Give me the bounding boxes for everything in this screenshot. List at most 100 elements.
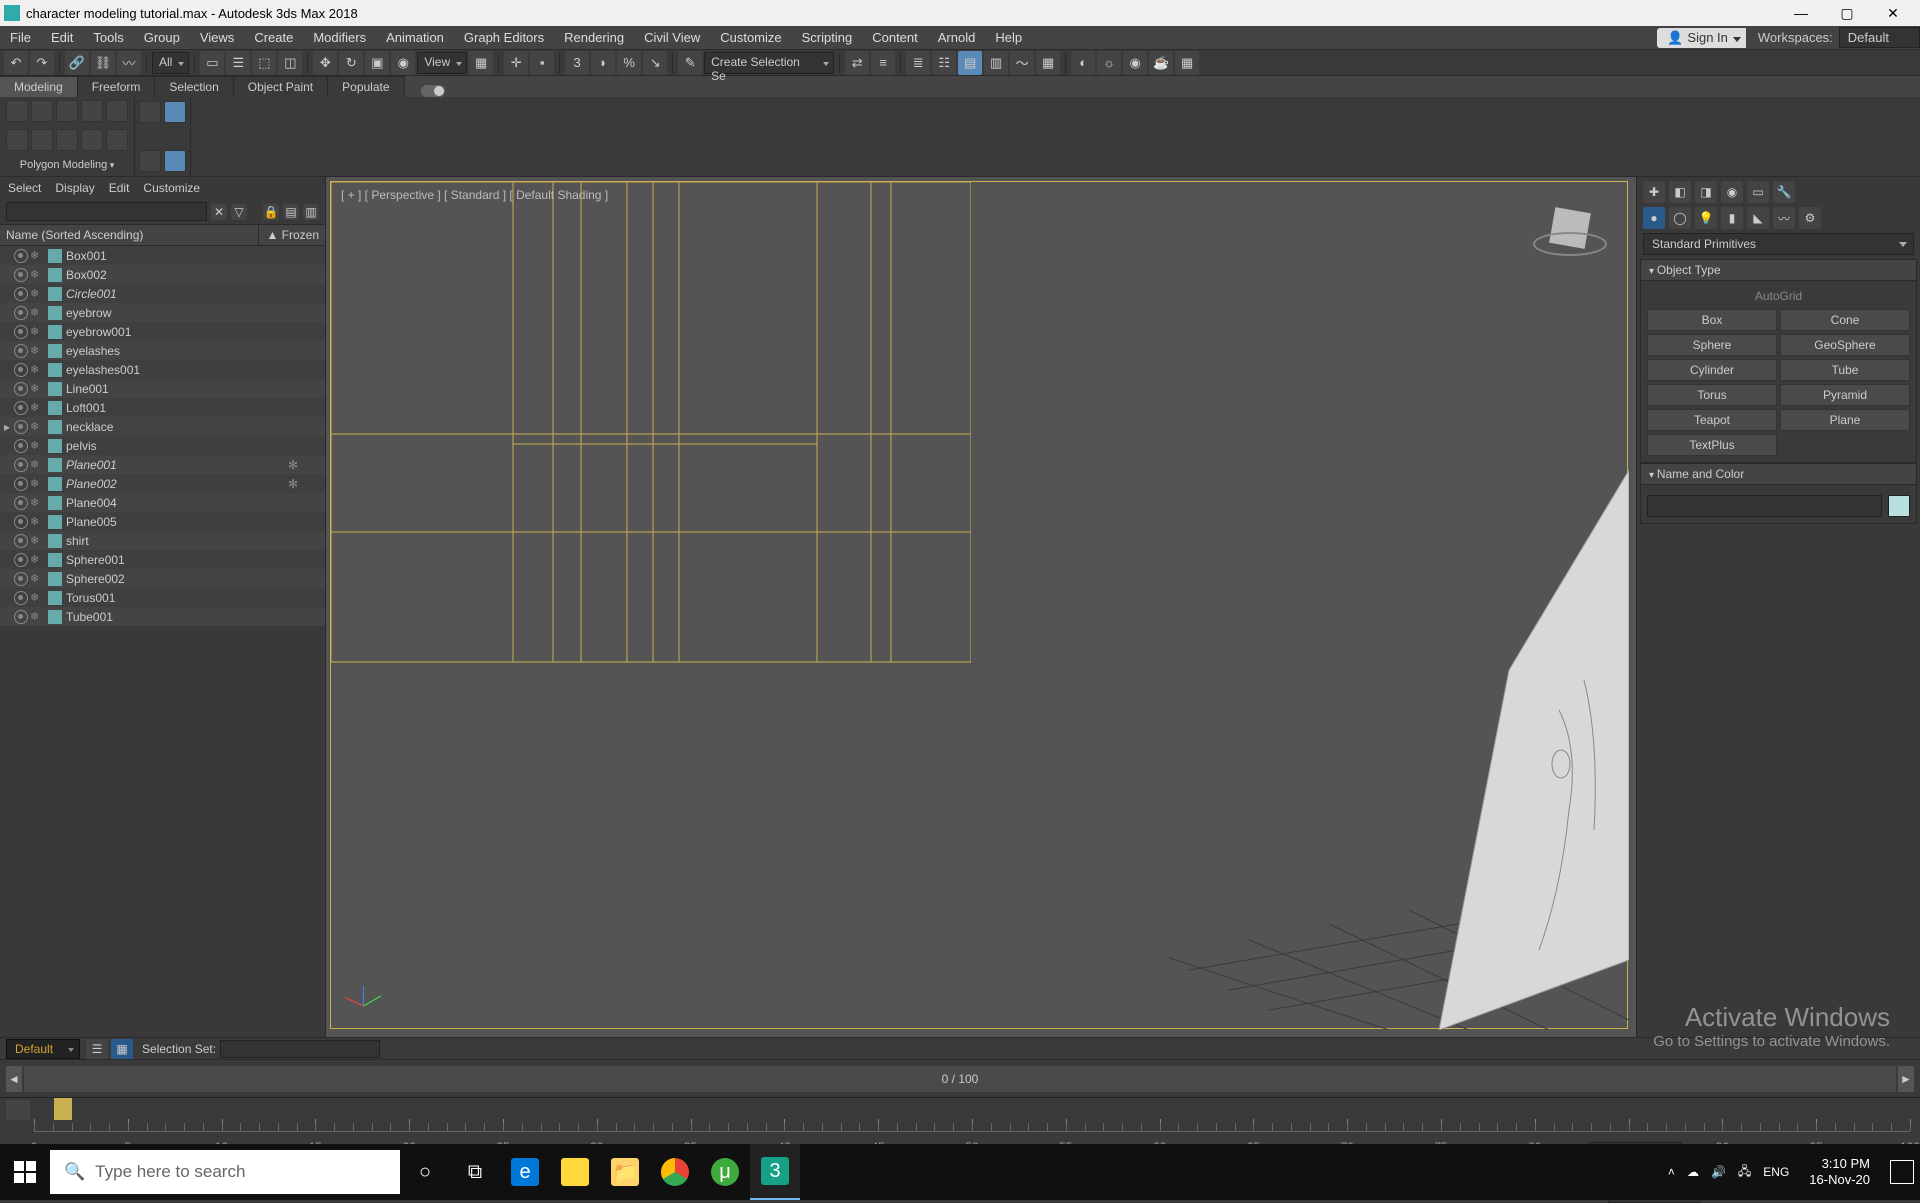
freeze-icon[interactable]: ❄	[30, 610, 44, 623]
maximize-button[interactable]: ▢	[1824, 0, 1870, 26]
menu-graph-editors[interactable]: Graph Editors	[454, 26, 554, 49]
scene-item[interactable]: ❄Box001	[0, 246, 325, 265]
freeze-icon[interactable]: ❄	[30, 344, 44, 357]
freeze-icon[interactable]: ❄	[30, 515, 44, 528]
scene-item[interactable]: ❄Torus001	[0, 588, 325, 607]
keyboard-button[interactable]: ▪	[530, 51, 554, 75]
freeze-icon[interactable]: ❄	[30, 287, 44, 300]
visibility-icon[interactable]	[14, 439, 28, 453]
selection-lock-icon[interactable]: ▦	[111, 1039, 133, 1059]
utilities-tab[interactable]: 🔧	[1773, 181, 1795, 203]
angle-snap-button[interactable]: ◗	[591, 51, 615, 75]
scene-item[interactable]: ❄Circle001	[0, 284, 325, 303]
scene-item[interactable]: ❄Plane002✻	[0, 474, 325, 493]
curve-editor-button[interactable]: 〜	[1010, 51, 1034, 75]
visibility-icon[interactable]	[14, 553, 28, 567]
object-name-input[interactable]	[1647, 495, 1882, 517]
helpers-cat[interactable]: ◣	[1747, 207, 1769, 229]
scene-item[interactable]: ❄eyebrow	[0, 303, 325, 322]
ribbon-group-title[interactable]: Polygon Modeling	[6, 157, 128, 173]
menu-scripting[interactable]: Scripting	[792, 26, 863, 49]
move-button[interactable]: ✥	[313, 51, 337, 75]
visibility-icon[interactable]	[14, 496, 28, 510]
link-button[interactable]: 🔗	[65, 51, 89, 75]
menu-create[interactable]: Create	[244, 26, 303, 49]
use-center-button[interactable]: ▦	[469, 51, 493, 75]
tray-lang[interactable]: ENG	[1763, 1165, 1789, 1179]
layers-button[interactable]: ≣	[906, 51, 930, 75]
material-editor-button[interactable]: ◐	[1071, 51, 1095, 75]
se-menu-select[interactable]: Select	[8, 181, 41, 195]
visibility-icon[interactable]	[14, 268, 28, 282]
visibility-icon[interactable]	[14, 420, 28, 434]
tray-network-icon[interactable]: 🖧	[1738, 1162, 1751, 1183]
schematic-button[interactable]: ▦	[1036, 51, 1060, 75]
primitive-pyramid[interactable]: Pyramid	[1780, 384, 1910, 406]
manipulate-button[interactable]: ✛	[504, 51, 528, 75]
workspace-dropdown[interactable]: Default	[1839, 27, 1920, 48]
time-ruler-button[interactable]	[6, 1100, 30, 1120]
primitive-cone[interactable]: Cone	[1780, 309, 1910, 331]
visibility-icon[interactable]	[14, 401, 28, 415]
menu-file[interactable]: File	[0, 26, 41, 49]
menu-views[interactable]: Views	[190, 26, 244, 49]
lock-icon[interactable]: 🔒	[263, 204, 279, 220]
rollout-object-type[interactable]: Object Type	[1640, 259, 1917, 281]
tray-cloud-icon[interactable]: ☁	[1687, 1165, 1699, 1179]
menu-modifiers[interactable]: Modifiers	[303, 26, 376, 49]
se-menu-display[interactable]: Display	[55, 181, 94, 195]
primitive-plane[interactable]: Plane	[1780, 409, 1910, 431]
viewport[interactable]: [ + ] [ Perspective ] [ Standard ] [ Def…	[326, 177, 1636, 1037]
visibility-icon[interactable]	[14, 591, 28, 605]
freeze-icon[interactable]: ❄	[30, 401, 44, 414]
rotate-button[interactable]: ↻	[339, 51, 363, 75]
ribbon-btn[interactable]	[139, 101, 161, 123]
ribbon-btn[interactable]	[56, 100, 78, 122]
ribbon-btn[interactable]	[6, 100, 28, 122]
visibility-icon[interactable]	[14, 515, 28, 529]
tray-clock[interactable]: 3:10 PM 16-Nov-20	[1801, 1156, 1878, 1187]
visibility-icon[interactable]	[14, 458, 28, 472]
primitive-textplus[interactable]: TextPlus	[1647, 434, 1777, 456]
se-menu-edit[interactable]: Edit	[109, 181, 130, 195]
primitive-cylinder[interactable]: Cylinder	[1647, 359, 1777, 381]
align-button[interactable]: ≡	[871, 51, 895, 75]
menu-group[interactable]: Group	[134, 26, 190, 49]
scene-item[interactable]: ❄eyelashes	[0, 341, 325, 360]
snap-button[interactable]: 3	[565, 51, 589, 75]
tray-volume-icon[interactable]: 🔊	[1711, 1165, 1726, 1179]
scene-item[interactable]: ❄shirt	[0, 531, 325, 550]
create-tab[interactable]: ✚	[1643, 181, 1665, 203]
ribbon-btn[interactable]	[81, 129, 103, 151]
hierarchy-tab[interactable]: ◨	[1695, 181, 1717, 203]
edge-app[interactable]: e	[500, 1144, 550, 1200]
motion-tab[interactable]: ◉	[1721, 181, 1743, 203]
ribbon-btn[interactable]	[164, 101, 186, 123]
visibility-icon[interactable]	[14, 572, 28, 586]
ribbon-btn[interactable]	[106, 129, 128, 151]
freeze-icon[interactable]: ❄	[30, 249, 44, 262]
geometry-cat[interactable]: ●	[1643, 207, 1665, 229]
scene-item[interactable]: ❄Box002	[0, 265, 325, 284]
visibility-icon[interactable]	[14, 306, 28, 320]
ribbon-btn[interactable]	[81, 100, 103, 122]
start-button[interactable]	[0, 1144, 50, 1200]
create-selection-set-dropdown[interactable]: Create Selection Se	[704, 52, 834, 74]
scene-item[interactable]: ❄Line001	[0, 379, 325, 398]
visibility-icon[interactable]	[14, 382, 28, 396]
edit-named-button[interactable]: ✎	[678, 51, 702, 75]
placement-button[interactable]: ◉	[391, 51, 415, 75]
ribbon-btn[interactable]	[31, 100, 53, 122]
3dsmax-app[interactable]: 3	[750, 1144, 800, 1200]
explorer-app[interactable]: 📁	[600, 1144, 650, 1200]
freeze-icon[interactable]: ❄	[30, 553, 44, 566]
scene-item[interactable]: ❄Sphere001	[0, 550, 325, 569]
visibility-icon[interactable]	[14, 534, 28, 548]
scene-explorer-button[interactable]: ▤	[958, 51, 982, 75]
cortana-button[interactable]: ○	[400, 1144, 450, 1200]
freeze-icon[interactable]: ❄	[30, 363, 44, 376]
ribbon-tab-object-paint[interactable]: Object Paint	[234, 76, 328, 97]
shapes-cat[interactable]: ◯	[1669, 207, 1691, 229]
clear-search-icon[interactable]: ✕	[211, 204, 227, 220]
render-button[interactable]: ☕	[1149, 51, 1173, 75]
